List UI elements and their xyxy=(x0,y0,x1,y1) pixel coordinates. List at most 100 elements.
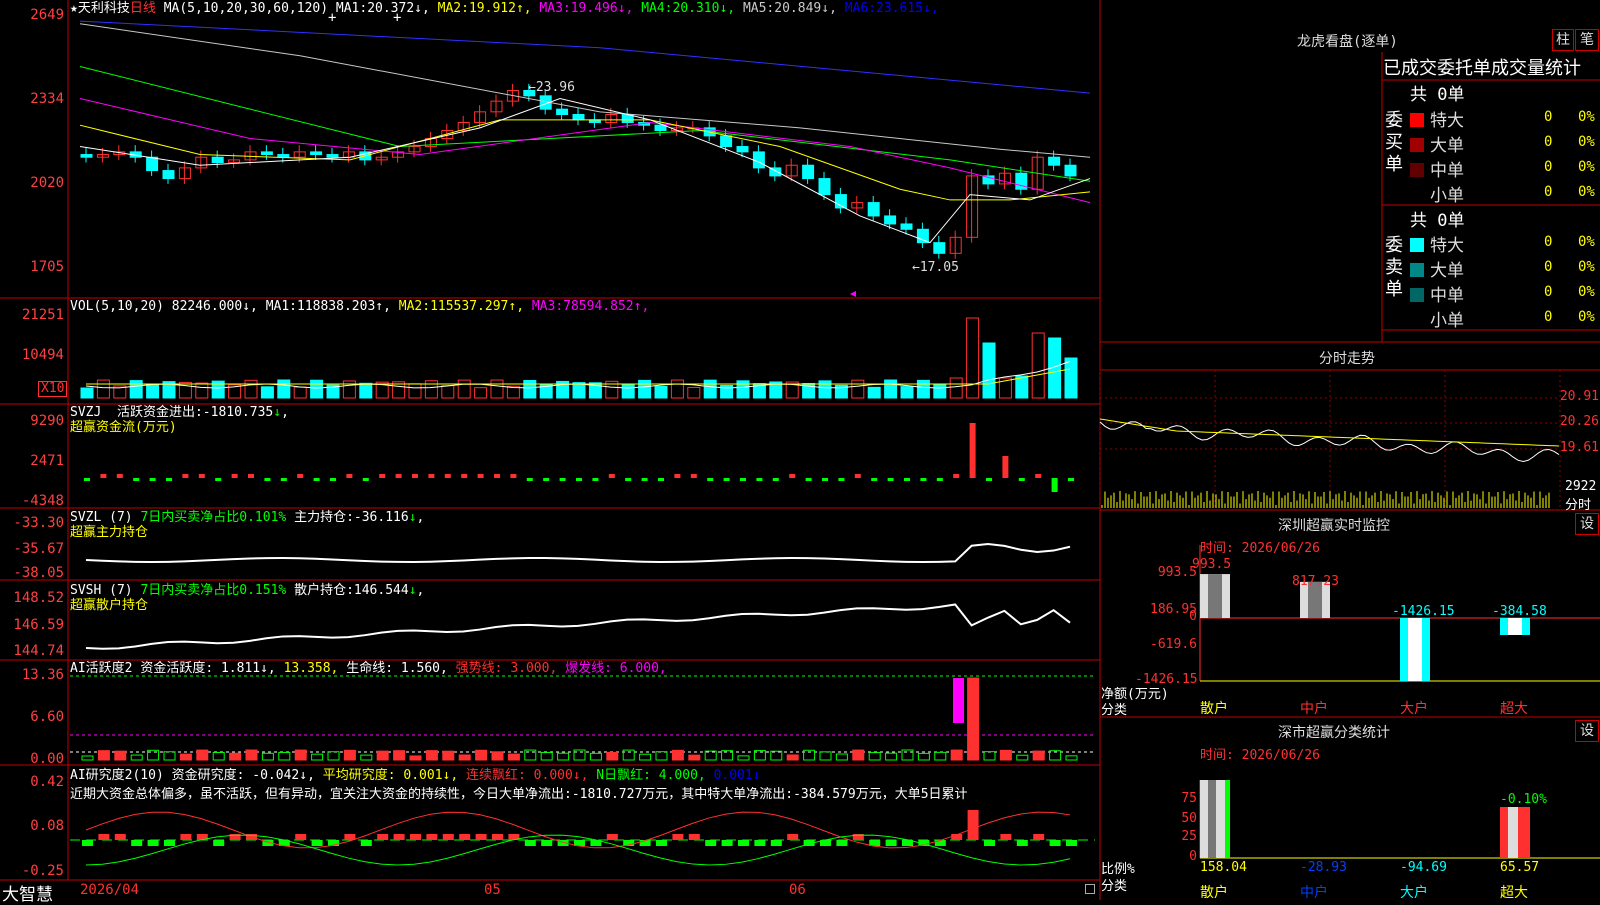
svzj-bar xyxy=(576,478,582,481)
sell-total: 共 0单 xyxy=(1410,211,1465,231)
svzj-bar xyxy=(84,478,90,481)
svzj-bar xyxy=(723,478,730,481)
svzj-bar xyxy=(428,474,435,478)
sell-pct-1: 0% xyxy=(1578,259,1595,275)
ai-active-item-2: 生命线: 1.560, xyxy=(346,661,448,676)
sz-monitor-title: 深圳超赢实时监控 xyxy=(1278,518,1390,534)
sz-class-settings-button[interactable]: 设 xyxy=(1575,720,1599,742)
vol-bar xyxy=(638,379,652,399)
ai-active-bar xyxy=(1065,755,1078,761)
class-value-3: 65.57 xyxy=(1500,860,1540,875)
ai-active-bar xyxy=(294,749,307,761)
bar-mode-button[interactable]: 柱 xyxy=(1552,29,1574,51)
svzj-bar xyxy=(1035,474,1042,478)
monitor-bar-shine-0 xyxy=(1208,574,1222,618)
buy-count-2: 0 xyxy=(1544,159,1553,175)
ai-active-bar xyxy=(983,751,996,761)
svsh-axis-label-2: 144.74 xyxy=(13,643,64,659)
ma-item-2: MA3:19.496↓, xyxy=(539,1,642,16)
buy-row-1: 大单 xyxy=(1410,131,1464,156)
candle-body xyxy=(326,154,339,158)
monitor-bar-value-3: -384.58 xyxy=(1492,604,1547,619)
vol-unit-badge[interactable]: X10 xyxy=(38,381,68,397)
candle-body xyxy=(867,202,880,217)
date-label-2: 06 xyxy=(789,882,806,898)
price-axis-label-1: 2334 xyxy=(30,91,64,107)
svzj-bar xyxy=(198,474,205,478)
ai-active-bar xyxy=(1016,754,1029,761)
ai-research-bar xyxy=(836,840,848,846)
svzj-subtitle: 超赢资金流(万元) xyxy=(70,420,177,435)
main-chart-canvas[interactable]: + + xyxy=(0,0,1600,900)
svzj-bar xyxy=(1002,456,1009,478)
price-axis-label-2: 2020 xyxy=(30,175,64,191)
ai-active-bar xyxy=(458,754,471,761)
stock-name[interactable]: 天利科技 xyxy=(78,1,130,16)
sz-monitor-settings-button[interactable]: 设 xyxy=(1575,513,1599,535)
vol-bar xyxy=(523,379,537,399)
ai-research-bar xyxy=(311,840,323,846)
svzj-bar xyxy=(625,478,632,481)
ai-research-bar xyxy=(688,834,700,840)
favorite-star-icon[interactable]: ★ xyxy=(70,1,78,16)
legend-swatch xyxy=(1410,113,1424,127)
tick-mode-button[interactable]: 笔 xyxy=(1575,29,1599,51)
date-label-1: 05 xyxy=(484,882,501,898)
svzj-bar xyxy=(559,478,566,481)
svzj-bar xyxy=(986,478,992,481)
monitor-cat-0: 散户 xyxy=(1200,701,1228,717)
candle-body xyxy=(720,135,733,148)
monitor-cat-3: 超大 xyxy=(1500,701,1528,717)
ma3-line xyxy=(79,98,1091,204)
ai-active-bar xyxy=(163,751,176,761)
candle-body xyxy=(884,215,897,225)
buy-count-3: 0 xyxy=(1544,184,1553,200)
vol-bar xyxy=(96,379,110,399)
buy-pct-3: 0% xyxy=(1578,184,1595,200)
vol-bar xyxy=(310,379,324,399)
svzj-header: SVZJ 活跃资金进出:-1810.735↓, xyxy=(70,405,289,420)
sz-monitor-time: 时间: 2026/06/26 xyxy=(1200,541,1320,556)
candle-body xyxy=(310,151,323,156)
mon-axis-label-2: 0 xyxy=(1189,609,1197,624)
ai-active-bar xyxy=(1032,750,1045,761)
aires-axis-label-2: -0.25 xyxy=(21,863,64,879)
lock-icon[interactable] xyxy=(1085,884,1095,894)
cls-axis-label-2: 25 xyxy=(1181,829,1197,844)
ai-research-bar xyxy=(147,840,159,846)
svzj-bar xyxy=(444,474,451,478)
monitor-bar-value-1: 817.23 xyxy=(1292,574,1339,589)
class-bar-0-edge xyxy=(1225,780,1230,858)
ai-active-bar xyxy=(950,749,963,761)
svzj-bar xyxy=(264,478,271,481)
ai-research-bar xyxy=(524,840,536,846)
candle-body xyxy=(802,164,815,180)
period-label[interactable]: 日线 xyxy=(130,1,156,16)
vol-ma-item-0: MA1:118838.203↑, xyxy=(265,299,399,314)
aiact-axis-label-1: 6.60 xyxy=(30,709,64,725)
candle-body xyxy=(162,170,175,180)
vol-bar xyxy=(703,379,717,399)
vol-value: 82246.000 xyxy=(171,299,243,314)
candle-body xyxy=(1064,164,1077,177)
svsh-header: SVSH (7) 7日内买卖净占比0.151% 散户持仓:146.544↓, xyxy=(70,583,425,598)
brand-label[interactable]: 大智慧 xyxy=(2,880,53,905)
ai-active-bar xyxy=(130,754,143,761)
svzl-subtitle: 超赢主力持仓 xyxy=(70,525,149,540)
svzj-bar xyxy=(1018,478,1025,481)
svzj-bar xyxy=(608,474,615,478)
candle-body xyxy=(752,151,765,169)
sell-row-2: 中单 xyxy=(1410,281,1464,306)
svzj-bar xyxy=(756,478,763,481)
svzj-bar xyxy=(330,478,336,481)
high-annotation: ←23.96 xyxy=(528,80,575,95)
svzj-bar xyxy=(904,478,910,481)
ai-research-item-0: 资金研究度: -0.042↓, xyxy=(171,768,315,783)
sz-class-title: 深市超赢分类统计 xyxy=(1278,725,1390,741)
candle-body xyxy=(80,154,93,158)
sell-count-2: 0 xyxy=(1544,284,1553,300)
sell-row-0: 特大 xyxy=(1410,231,1464,256)
ai-research-bar xyxy=(541,840,553,846)
vol-bar xyxy=(949,377,963,399)
ma-item-3: MA4:20.310↓, xyxy=(641,1,743,16)
